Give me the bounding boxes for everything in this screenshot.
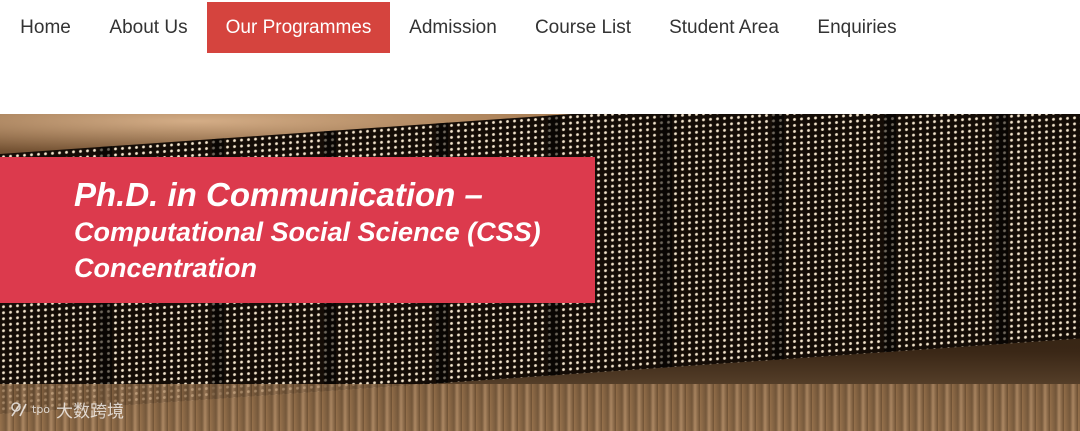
watermark-mark-letters: tpo [32, 403, 50, 416]
nav-item-our-programmes[interactable]: Our Programmes [207, 2, 390, 53]
watermark-text: 大数跨境 [56, 402, 124, 422]
main-navigation: Home About Us Our Programmes Admission C… [0, 0, 1080, 54]
watermark-logo: tpo 大数跨境 [11, 402, 124, 422]
programme-title-line-2: Computational Social Science (CSS) [74, 217, 541, 247]
nav-item-course-list[interactable]: Course List [516, 2, 650, 53]
nav-item-home[interactable]: Home [0, 2, 91, 53]
nav-item-student-area[interactable]: Student Area [650, 2, 798, 53]
programme-title-line-1: Ph.D. in Communication – [74, 176, 483, 213]
hero-floor-reflection [0, 384, 1080, 431]
nav-item-about-us[interactable]: About Us [91, 2, 206, 53]
programme-title-line-3: Concentration [74, 253, 258, 283]
nav-item-enquiries[interactable]: Enquiries [798, 2, 916, 53]
nav-item-admission[interactable]: Admission [390, 2, 516, 53]
